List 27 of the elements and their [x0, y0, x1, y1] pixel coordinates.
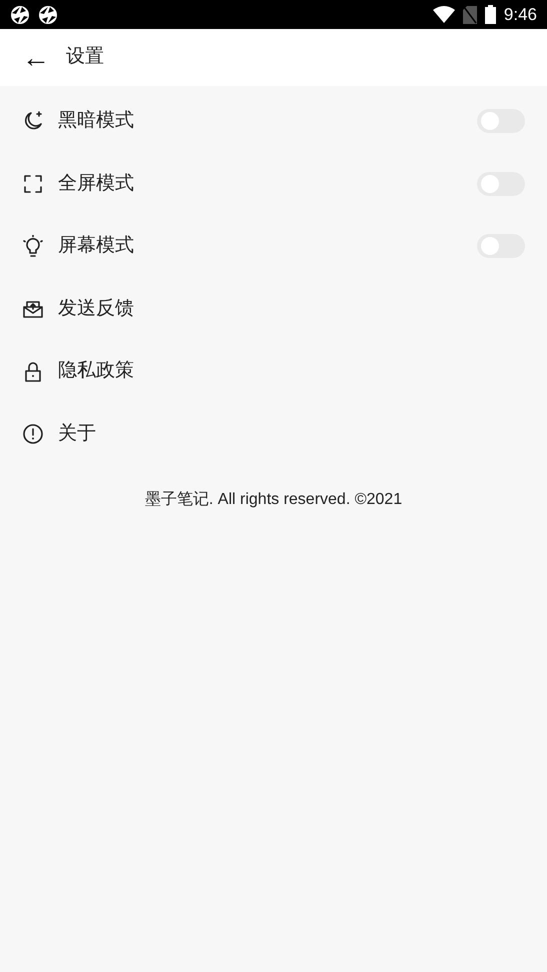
copyright-text: 墨子笔记. All rights reserved. ©2021 [144, 490, 402, 510]
settings-row[interactable]: 隐私政策 [0, 340, 547, 403]
page-title: 设置 [66, 45, 104, 70]
setting-label: 关于 [58, 422, 96, 446]
status-time: 9:46 [504, 4, 537, 26]
setting-label: 隐私政策 [58, 359, 134, 384]
settings-row[interactable]: 黑暗模式 [0, 90, 547, 153]
setting-label: 全屏模式 [58, 172, 134, 196]
wifi-icon [432, 6, 455, 23]
battery-icon [484, 5, 496, 24]
settings-row[interactable]: 关于 [0, 402, 547, 466]
envelope-icon [22, 298, 44, 320]
app-notification-icon [10, 4, 30, 24]
setting-label: 屏幕模式 [58, 234, 134, 258]
moon-icon [22, 110, 44, 132]
info-icon [22, 423, 44, 446]
settings-row[interactable]: 全屏模式 [0, 152, 547, 216]
setting-label: 发送反馈 [58, 296, 134, 321]
app-notification-icon [38, 4, 58, 24]
lightbulb-icon [22, 235, 44, 258]
lock-icon [22, 360, 44, 383]
setting-label: 黑暗模式 [58, 109, 134, 134]
fullscreen-icon [22, 172, 44, 195]
no-sim-icon [462, 6, 477, 24]
settings-row[interactable]: 屏幕模式 [0, 215, 547, 278]
settings-row[interactable]: 发送反馈 [0, 278, 547, 340]
back-button[interactable]: ← [22, 44, 50, 72]
